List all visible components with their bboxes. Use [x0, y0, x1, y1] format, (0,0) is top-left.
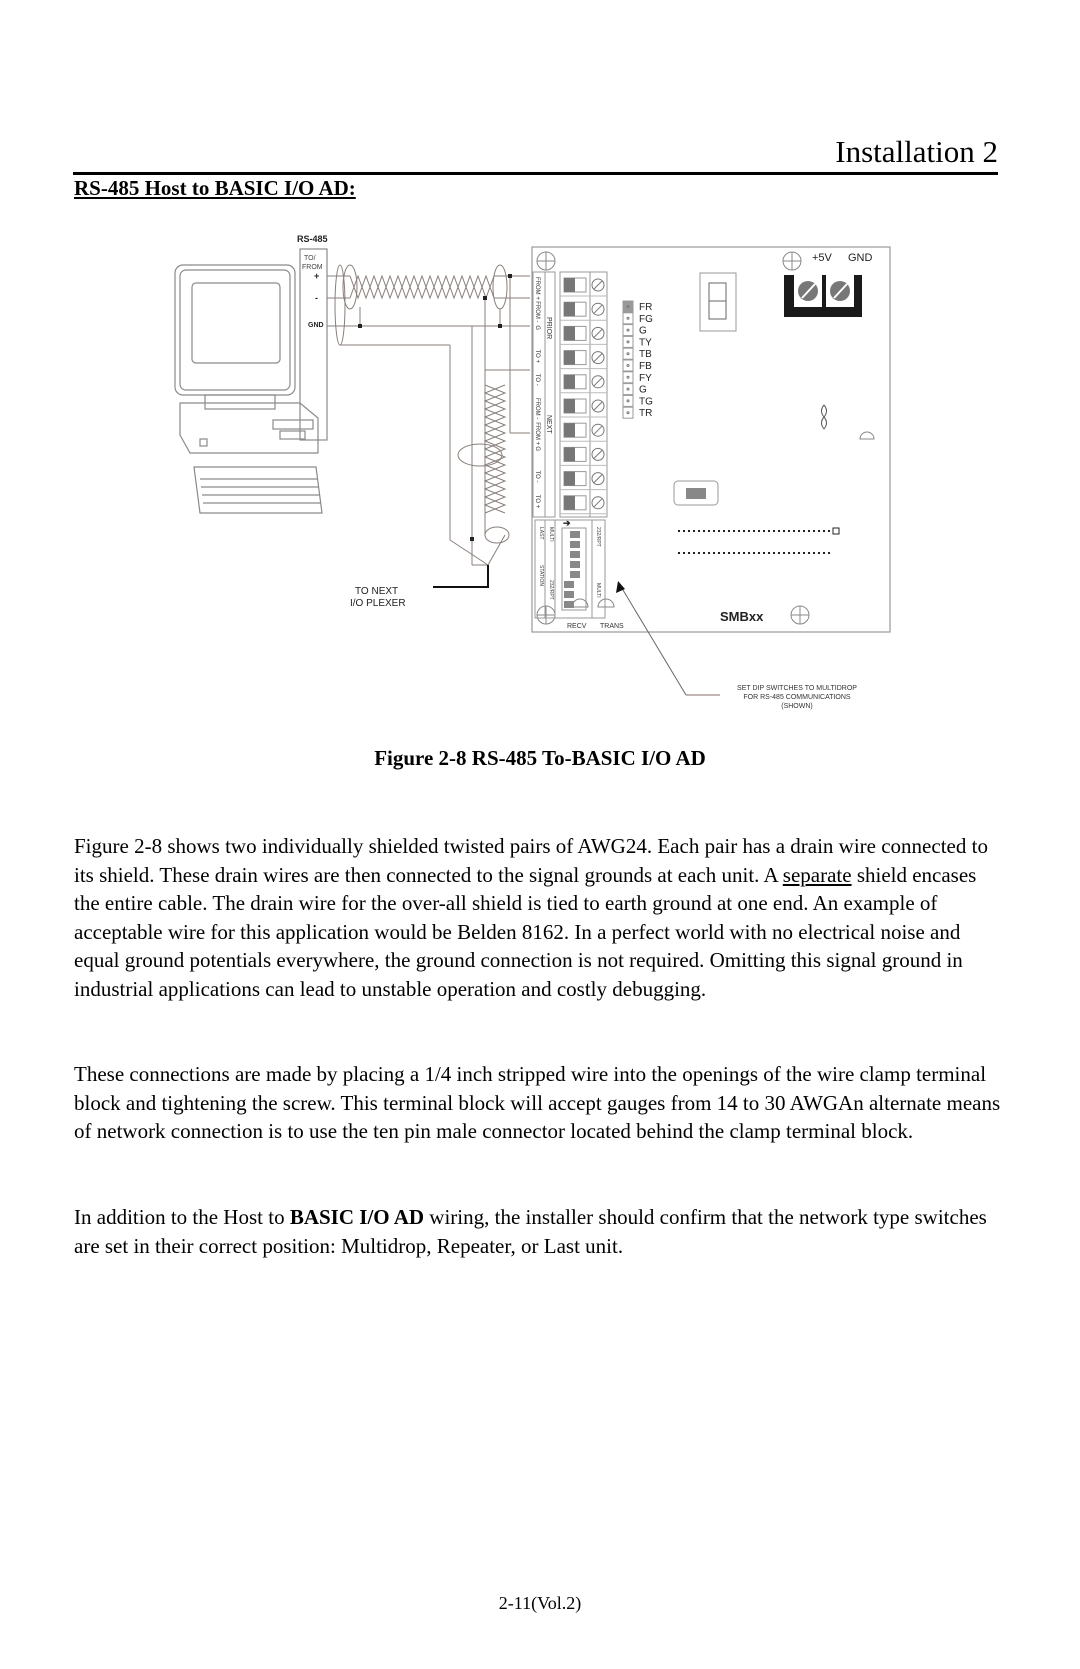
cable-wiring: [327, 264, 530, 566]
host-plus-label: +: [314, 271, 319, 281]
indicator-led-g: G: [622, 324, 647, 337]
indicator-led-fy: FY: [622, 371, 652, 384]
terminal-label: FROM +: [534, 422, 540, 445]
chapter-title: Installation 2: [835, 134, 998, 169]
host-to-label: TO/: [304, 255, 316, 262]
to-next-label: TO NEXT: [355, 586, 398, 597]
paragraph-3: In addition to the Host to BASIC I/O AD …: [74, 1203, 1004, 1260]
indicator-led-g: G: [622, 383, 647, 396]
indicator-label: TY: [639, 337, 652, 348]
indicator-led-ty: TY: [622, 335, 652, 348]
terminal-label: TO -: [534, 471, 540, 483]
indicator-led-tg: TG: [622, 394, 653, 407]
dip-multi-right-label: MULTI: [595, 583, 601, 598]
indicator-led-fr: FR: [622, 300, 652, 313]
section-title: RS-485 Host to BASIC I/O AD:: [74, 176, 356, 200]
dip-repeater-label: 232/RPT: [548, 580, 554, 600]
indicator-label: G: [639, 385, 647, 396]
trans-label: TRANS: [600, 623, 624, 630]
terminal-label: TO -: [534, 374, 540, 386]
terminal-label: FROM -: [534, 398, 540, 419]
power-plus-label: +5V: [812, 252, 833, 264]
indicator-led-fg: FG: [622, 312, 653, 325]
dip-on-arrow-icon: ➔: [563, 518, 571, 528]
host-gnd-label: GND: [308, 322, 324, 329]
board-name: SMBxx: [720, 609, 764, 624]
terminal-label: G: [534, 325, 540, 330]
power-gnd-label: GND: [848, 252, 873, 264]
callout-line: [619, 584, 687, 696]
host-minus-label: -: [315, 293, 318, 303]
paragraph-2: These connections are made by placing a …: [74, 1062, 1001, 1144]
indicator-led-tr: TR: [622, 406, 652, 419]
fuse-icon: [821, 404, 827, 430]
led-icon: [859, 431, 875, 440]
underlined-word: separate: [782, 862, 852, 887]
figure-caption: Figure 2-8 RS-485 To-BASIC I/O AD: [374, 746, 706, 770]
terminal-label: TO +: [534, 350, 540, 364]
trans-led-icon: [597, 598, 615, 608]
dip-note-line2: FOR RS-485 COMMUNICATIONS: [743, 694, 851, 701]
host-connector-title: RS-485: [297, 235, 328, 244]
dip-repeater-right-label: 232/RPT: [595, 527, 601, 547]
paragraph-1: Figure 2-8 shows two individually shield…: [74, 832, 1004, 1004]
dip-station-label: STATION: [538, 565, 544, 586]
indicator-label: TB: [639, 349, 652, 360]
host-from-label: FROM: [302, 264, 323, 271]
terminal-label: G: [534, 446, 540, 451]
computer-icon: [174, 264, 319, 454]
indicator-label: FB: [639, 361, 652, 372]
indicator-label: FG: [639, 314, 653, 325]
keyboard-icon: [193, 466, 323, 514]
io-plexer-label: I/O PLEXER: [350, 598, 406, 609]
dip-last-label: LAST: [538, 527, 544, 540]
indicator-label: FR: [639, 302, 652, 313]
dip-switches: [564, 531, 580, 608]
indicator-label: G: [639, 326, 647, 337]
indicator-label: TG: [639, 396, 653, 407]
seven-segment-display: [699, 272, 737, 332]
indicator-led-tb: TB: [622, 347, 652, 360]
terminal-label: FROM -: [534, 301, 540, 322]
dip-multi-label: MULTI: [548, 527, 554, 542]
terminal-label: TO +: [534, 495, 540, 509]
indicator-label: TR: [639, 408, 652, 419]
dip-note-line1: SET DIP SWITCHES TO MULTIDROP: [737, 685, 857, 692]
page-number: 2-11(Vol.2): [498, 1593, 582, 1613]
indicator-led-fb: FB: [622, 359, 652, 372]
recv-label: RECV: [567, 623, 587, 630]
power-terminal-block: [784, 275, 862, 317]
wiring-diagram: RS-485 TO/ FROM + - GND TO NEXT I/O PLEX…: [160, 235, 920, 715]
bold-product-name: BASIC I/O AD: [289, 1205, 425, 1229]
terminal-group-next: NEXT: [545, 415, 552, 434]
dip-note-line3: (SHOWN): [781, 703, 813, 710]
terminal-label: FROM +: [534, 277, 540, 300]
terminal-group-prior: PRIOR: [545, 317, 552, 339]
indicator-label: FY: [639, 373, 652, 384]
header-rule: [73, 172, 998, 175]
paragraph-3-text-a: In addition to the Host to: [74, 1205, 290, 1229]
